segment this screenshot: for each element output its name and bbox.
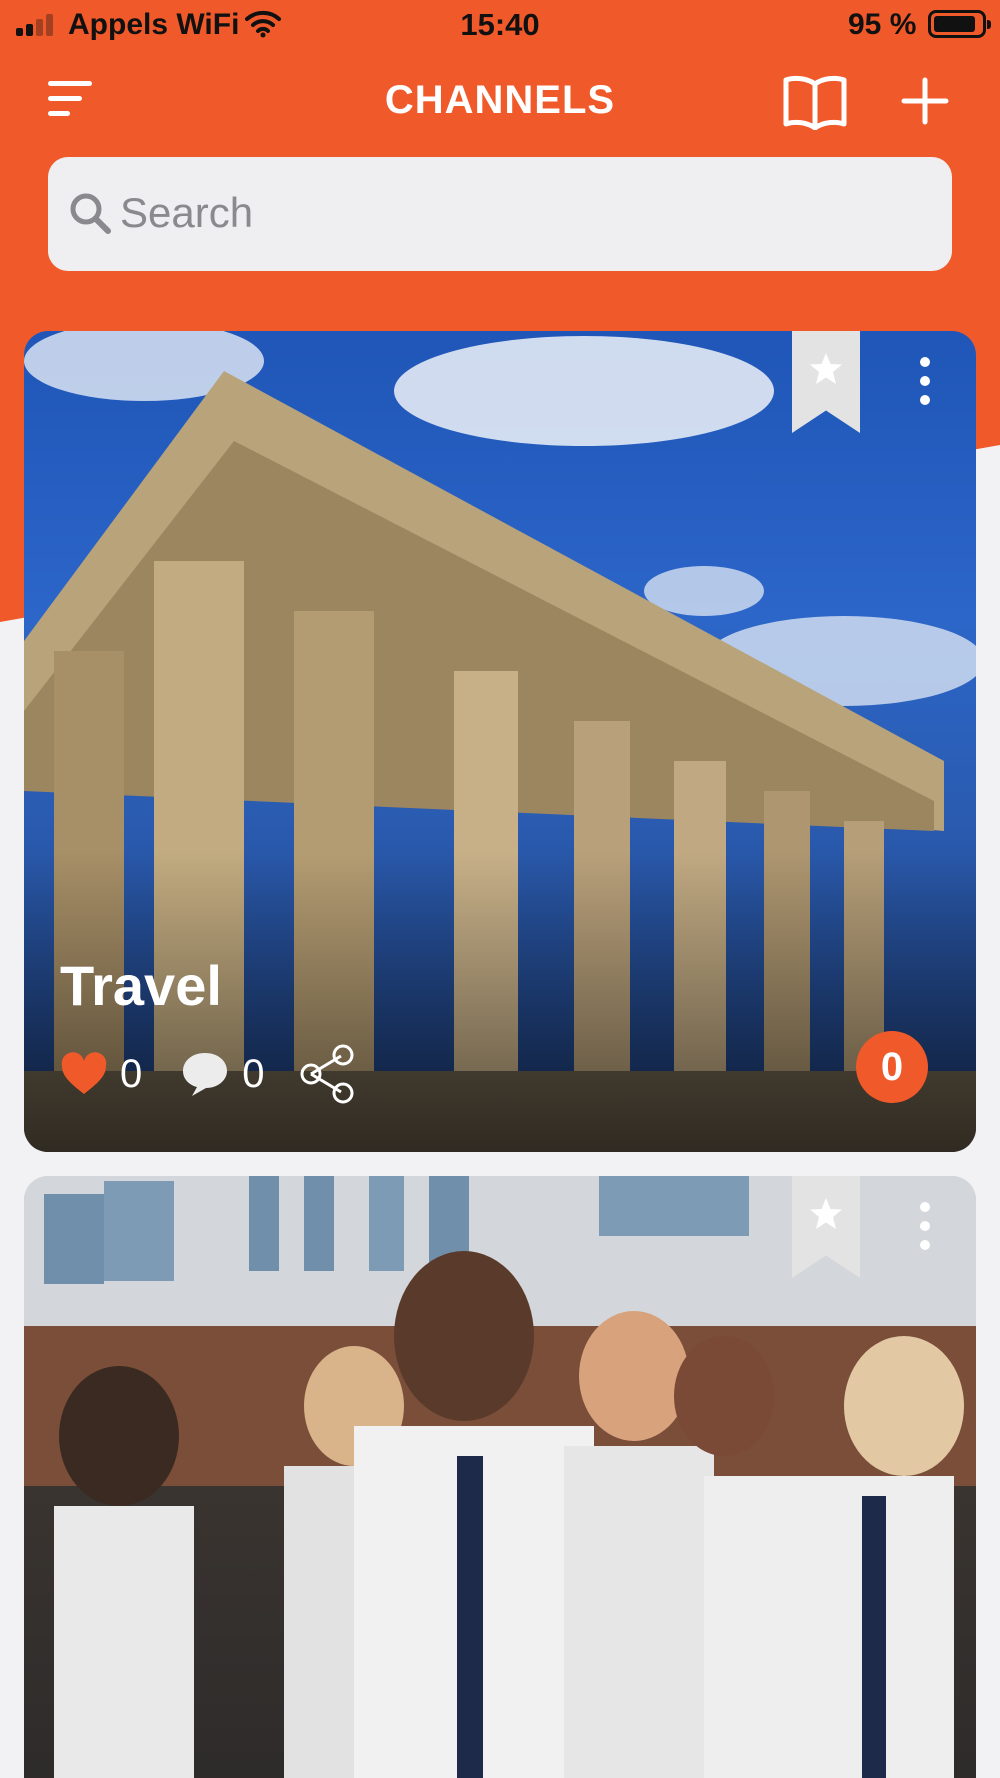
star-icon	[810, 353, 842, 384]
likes-count: 0	[120, 1051, 143, 1096]
page-title: CHANNELS	[384, 78, 616, 122]
hamburger-menu-icon[interactable]	[48, 78, 94, 120]
search-icon	[70, 193, 111, 234]
battery-percentage: 95 %	[848, 8, 917, 41]
more-options-icon[interactable]	[918, 357, 932, 405]
channel-card-travel[interactable]: Travel 0 0 0	[24, 331, 976, 1152]
heart-icon[interactable]	[60, 1052, 108, 1096]
status-bar: Appels WiFi 15:40 95 %	[0, 0, 1000, 50]
search-input[interactable]	[120, 181, 920, 245]
channel-card-students[interactable]	[24, 1176, 976, 1778]
channel-stats: 0 0	[60, 1044, 357, 1104]
notification-badge: 0	[856, 1031, 928, 1103]
share-icon[interactable]	[297, 1044, 357, 1104]
nav-bar: CHANNELS	[0, 60, 1000, 140]
students-illustration	[24, 1176, 976, 1778]
channel-image	[24, 1176, 976, 1778]
star-icon	[810, 1198, 842, 1229]
more-options-icon[interactable]	[918, 1202, 932, 1250]
plus-icon[interactable]	[900, 76, 950, 126]
battery-icon	[928, 10, 991, 38]
channel-title: Travel	[60, 954, 222, 1017]
search-bar	[48, 157, 952, 271]
comment-bubble-icon[interactable]	[180, 1050, 230, 1098]
open-book-icon[interactable]	[782, 74, 848, 130]
comments-count: 0	[242, 1051, 265, 1096]
